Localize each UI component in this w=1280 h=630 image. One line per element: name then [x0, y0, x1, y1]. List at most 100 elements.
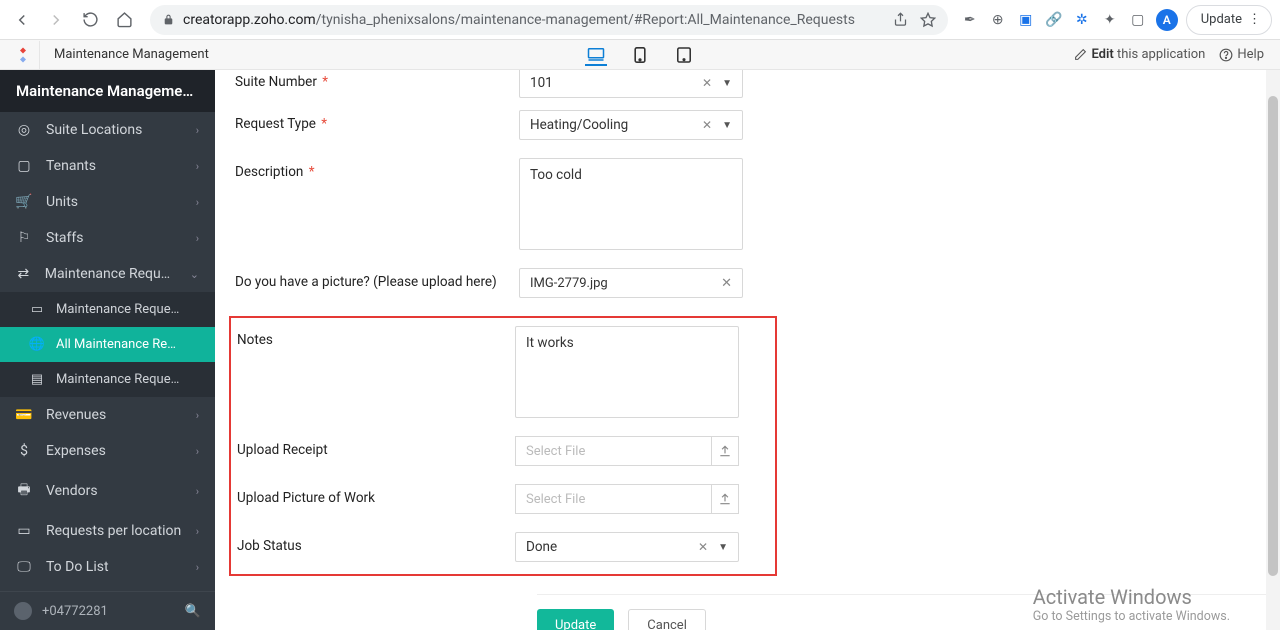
cancel-button[interactable]: Cancel — [628, 609, 706, 630]
gear-icon[interactable]: ✲ — [1072, 10, 1092, 30]
scrollbar-thumb[interactable] — [1268, 96, 1278, 576]
upload-work-picker[interactable]: Select File — [515, 484, 739, 514]
app-title: Maintenance Management — [50, 47, 209, 62]
sidebar-item-label: Revenues — [46, 407, 106, 423]
sidebar-item-label: Units — [46, 194, 78, 210]
home-button[interactable] — [110, 6, 138, 34]
clear-icon[interactable]: ✕ — [702, 76, 712, 90]
chevron-right-icon: › — [196, 160, 199, 173]
sidebar-item-vendors[interactable]: 🖶 Vendors › — [0, 469, 215, 513]
content-area: Suite Number * 101 ✕ ▼ Request Type * He… — [215, 70, 1280, 630]
upload-receipt-label: Upload Receipt — [231, 436, 515, 458]
sidebar-item-units[interactable]: 🛒 Units › — [0, 184, 215, 220]
device-switcher — [585, 44, 695, 66]
scrollbar-track — [1266, 70, 1280, 630]
pencil-icon — [1074, 48, 1087, 61]
sidebar-item-label: Staffs — [46, 230, 83, 246]
sidebar-item-label: Maintenance Requests — [45, 266, 176, 282]
chevron-down-icon: ▼ — [722, 78, 732, 89]
sidebar-subitem-maintenance-request-report[interactable]: ▤ Maintenance Reque… — [0, 362, 215, 397]
upload-icon[interactable] — [711, 484, 739, 514]
sidebar-item-label: Suite Locations — [46, 122, 142, 138]
globe-icon: 🌐 — [30, 337, 44, 352]
sidebar-item-requests-per-location[interactable]: ▭ Requests per location › — [0, 513, 215, 549]
request-type-label: Request Type * — [235, 110, 519, 132]
reload-button[interactable] — [76, 6, 104, 34]
clear-icon[interactable]: ✕ — [698, 540, 708, 554]
suite-number-select[interactable]: 101 ✕ ▼ — [519, 70, 743, 98]
sidebar-title: Maintenance Manageme… — [0, 70, 215, 112]
url-text: creatorapp.zoho.com/tynisha_phenixsalons… — [183, 12, 855, 28]
remove-file-icon[interactable]: ✕ — [721, 276, 732, 291]
phone-icon[interactable] — [629, 44, 651, 66]
back-button[interactable] — [8, 6, 36, 34]
request-type-select[interactable]: Heating/Cooling ✕ ▼ — [519, 110, 743, 140]
file-picker-placeholder: Select File — [515, 436, 711, 466]
eyedropper-icon[interactable]: ✒ — [960, 10, 980, 30]
request-type-value: Heating/Cooling — [530, 117, 628, 133]
list-icon: ▤ — [30, 372, 44, 387]
puzzle-icon[interactable]: ✦ — [1100, 10, 1120, 30]
user-handle: +04772281 — [42, 604, 108, 619]
dollar-icon: $ — [16, 443, 32, 459]
app-logo[interactable] — [6, 41, 40, 69]
uploaded-picture-name: IMG-2779.jpg — [530, 276, 608, 291]
tablet-icon[interactable] — [673, 44, 695, 66]
translate-icon[interactable]: ▣ — [1016, 10, 1036, 30]
address-bar[interactable]: creatorapp.zoho.com/tynisha_phenixsalons… — [150, 5, 948, 35]
watermark-title: Activate Windows — [1033, 585, 1230, 609]
sidebar-subitem-label: Maintenance Reque… — [56, 372, 179, 387]
sidebar-footer[interactable]: +04772281 🔍 — [0, 591, 215, 630]
sidebar-item-label: Expenses — [46, 443, 106, 459]
desktop-icon[interactable] — [585, 44, 607, 66]
sidebar-item-suite-locations[interactable]: ◎ Suite Locations › — [0, 112, 215, 148]
edit-app-link[interactable]: Edit this application — [1074, 47, 1205, 62]
sidebar-item-label: Requests per location — [46, 523, 181, 539]
profile-avatar[interactable]: A — [1156, 9, 1178, 31]
chevron-right-icon: › — [196, 409, 199, 422]
description-textarea[interactable]: Too cold — [519, 158, 743, 250]
location-pin-icon: ◎ — [16, 122, 32, 138]
uploaded-picture-chip[interactable]: IMG-2779.jpg ✕ — [519, 268, 743, 298]
upload-icon[interactable] — [711, 436, 739, 466]
extension-icon[interactable]: ⊕ — [988, 10, 1008, 30]
tenants-icon: ▢ — [16, 158, 32, 174]
sidebar-item-tenants[interactable]: ▢ Tenants › — [0, 148, 215, 184]
forward-button[interactable] — [42, 6, 70, 34]
search-icon[interactable]: 🔍 — [185, 604, 201, 619]
bookmark-star-icon[interactable] — [920, 12, 936, 28]
panel-icon[interactable]: ▢ — [1128, 10, 1148, 30]
clear-icon[interactable]: ✕ — [702, 118, 712, 132]
update-button[interactable]: Update — [537, 609, 614, 630]
chevron-right-icon: › — [196, 525, 199, 538]
chevron-down-icon: ⌄ — [190, 268, 199, 281]
job-status-select[interactable]: Done ✕ ▼ — [515, 532, 739, 562]
highlighted-fields: Notes It works Upload Receipt Select Fil… — [229, 316, 777, 576]
sidebar-item-maintenance-requests[interactable]: ⇄ Maintenance Requests ⌄ — [0, 256, 215, 292]
suite-number-value: 101 — [530, 75, 553, 91]
sidebar-item-revenues[interactable]: 💳 Revenues › — [0, 397, 215, 433]
kebab-icon: ⋮ — [1248, 12, 1261, 27]
windows-activation-watermark: Activate Windows Go to Settings to activ… — [1033, 585, 1230, 624]
sidebar-subitem-maintenance-request[interactable]: ▭ Maintenance Reque… — [0, 292, 215, 327]
sidebar-subitem-label: Maintenance Reque… — [56, 302, 179, 317]
chevron-down-icon: ▼ — [722, 120, 732, 131]
sidebar-item-todo-list[interactable]: 🖵 To Do List › — [0, 549, 215, 585]
sidebar-item-expenses[interactable]: $ Expenses › — [0, 433, 215, 469]
chevron-right-icon: › — [196, 485, 199, 498]
help-icon — [1219, 48, 1233, 62]
description-label: Description * — [235, 158, 519, 180]
chrome-update-button[interactable]: Update ⋮ — [1186, 5, 1272, 35]
notes-textarea[interactable]: It works — [515, 326, 739, 418]
sidebar-item-staffs[interactable]: ⚐ Staffs › — [0, 220, 215, 256]
link-icon[interactable]: 🔗 — [1044, 10, 1064, 30]
upload-receipt-picker[interactable]: Select File — [515, 436, 739, 466]
chevron-right-icon: › — [196, 232, 199, 245]
sidebar-subitem-all-maintenance[interactable]: 🌐 All Maintenance Re… — [0, 327, 215, 362]
sidebar-subitem-label: All Maintenance Re… — [56, 337, 176, 352]
help-link[interactable]: Help — [1219, 47, 1264, 62]
share-icon[interactable] — [893, 12, 908, 27]
maintenance-icon: ⇄ — [16, 266, 31, 282]
user-avatar-icon — [14, 602, 32, 620]
job-status-value: Done — [526, 539, 557, 555]
